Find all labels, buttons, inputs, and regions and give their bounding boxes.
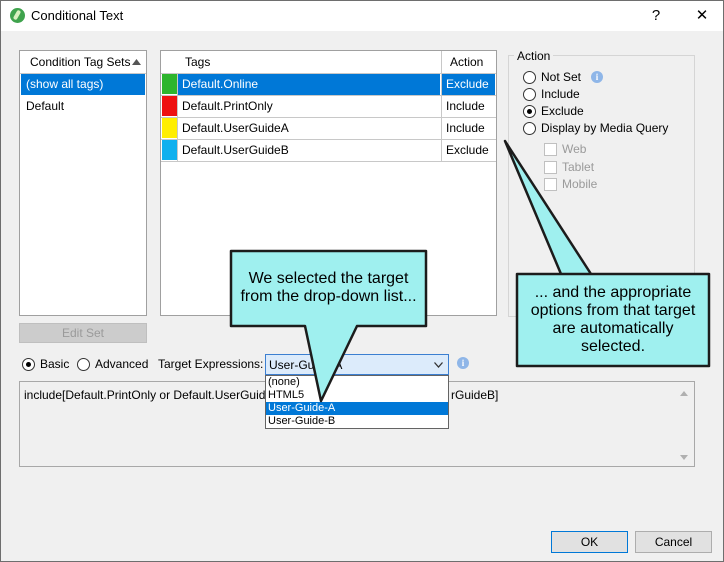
- conditional-text-dialog: Conditional Text ? ✕ Condition Tag Sets …: [0, 0, 724, 562]
- callout-right-text: ... and the appropriate options from tha…: [530, 284, 696, 355]
- callout-left-text: We selected the target from the drop-dow…: [240, 270, 417, 305]
